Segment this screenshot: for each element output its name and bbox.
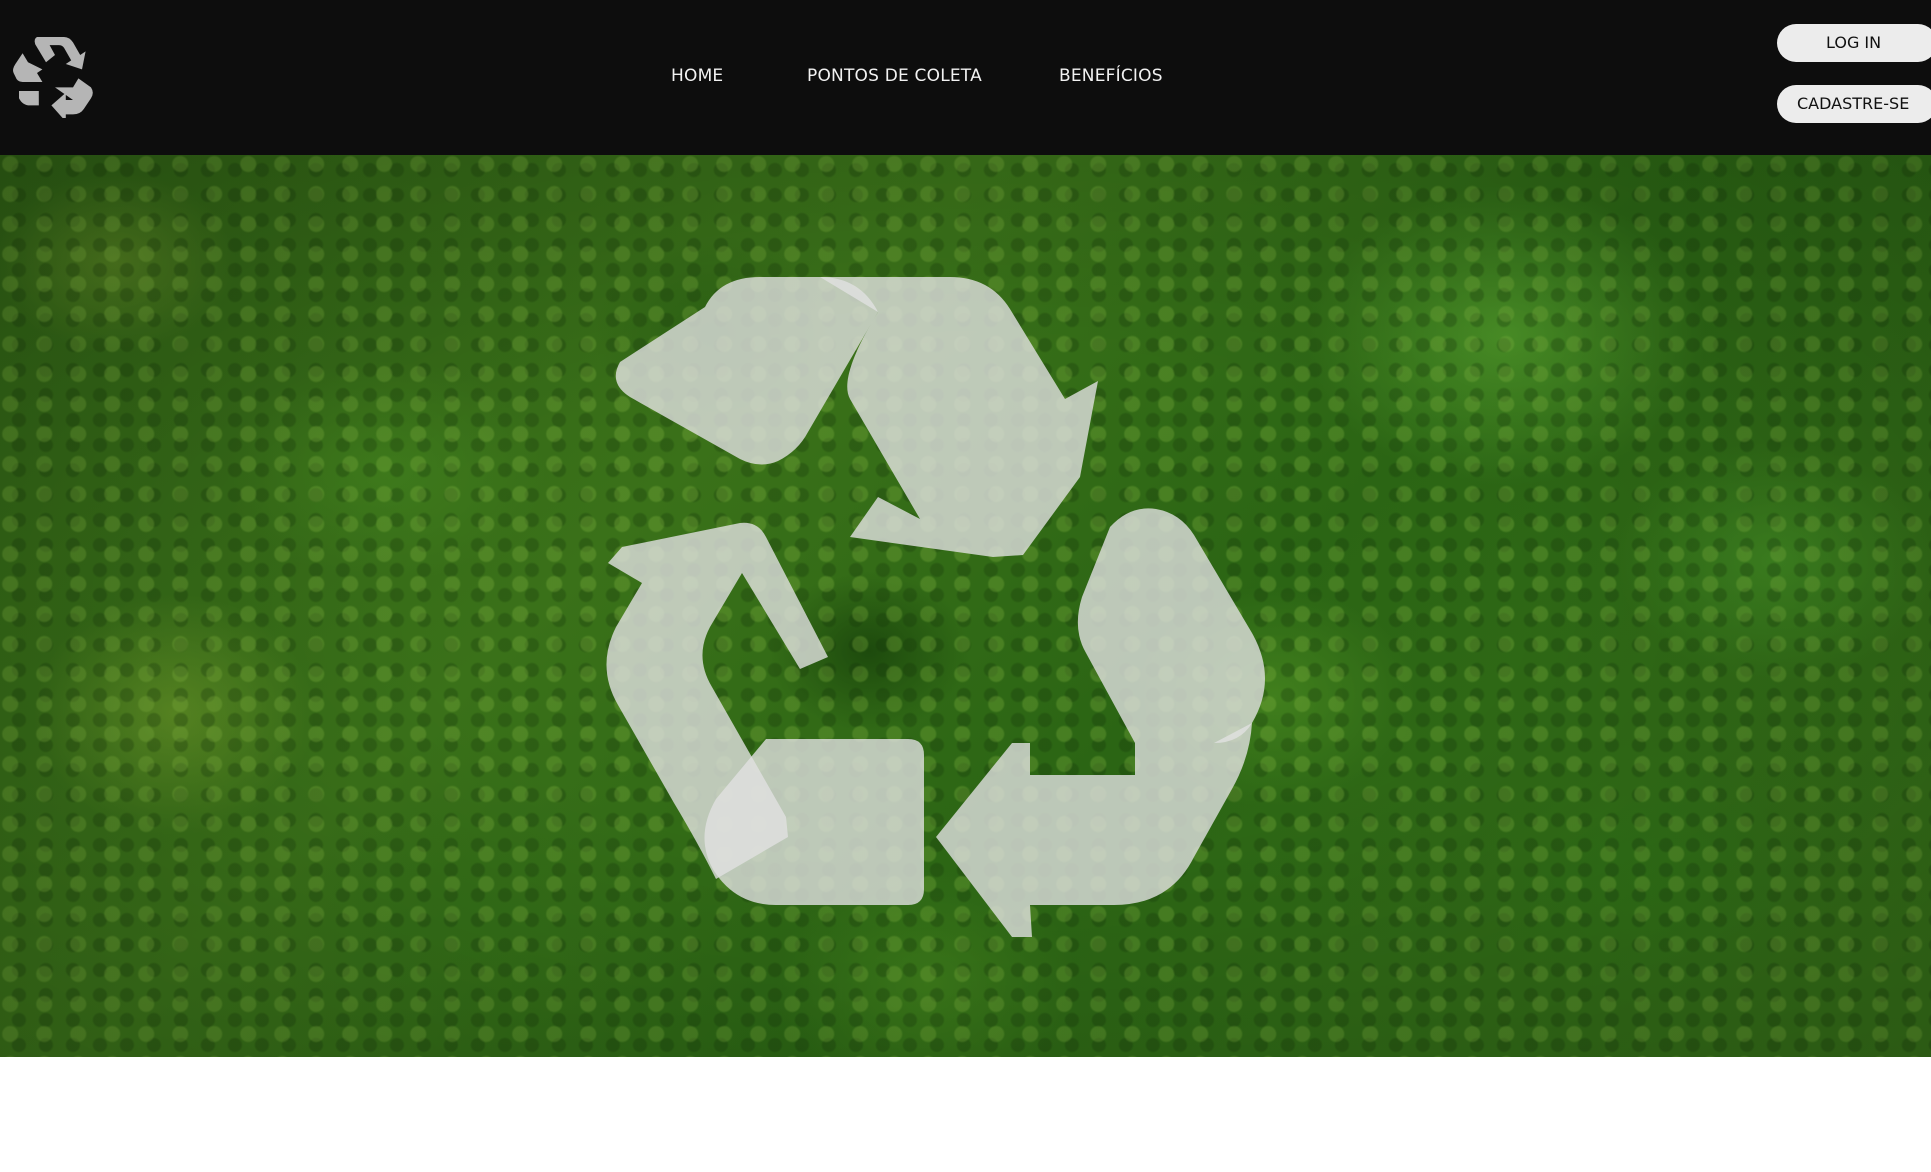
top-navbar: HOME PONTOS DE COLETA BENEFÍCIOS LOG IN …	[0, 0, 1931, 155]
nav-link-beneficios[interactable]: BENEFÍCIOS	[1059, 66, 1163, 86]
nav-link-pontos-de-coleta[interactable]: PONTOS DE COLETA	[807, 66, 982, 86]
signup-button[interactable]: CADASTRE-SE	[1777, 85, 1931, 123]
recycle-icon	[606, 277, 1265, 937]
nav-link-home[interactable]: HOME	[671, 66, 723, 86]
recycle-logo-icon[interactable]	[10, 28, 100, 118]
login-button[interactable]: LOG IN	[1777, 24, 1931, 62]
hero-banner	[0, 155, 1931, 1057]
